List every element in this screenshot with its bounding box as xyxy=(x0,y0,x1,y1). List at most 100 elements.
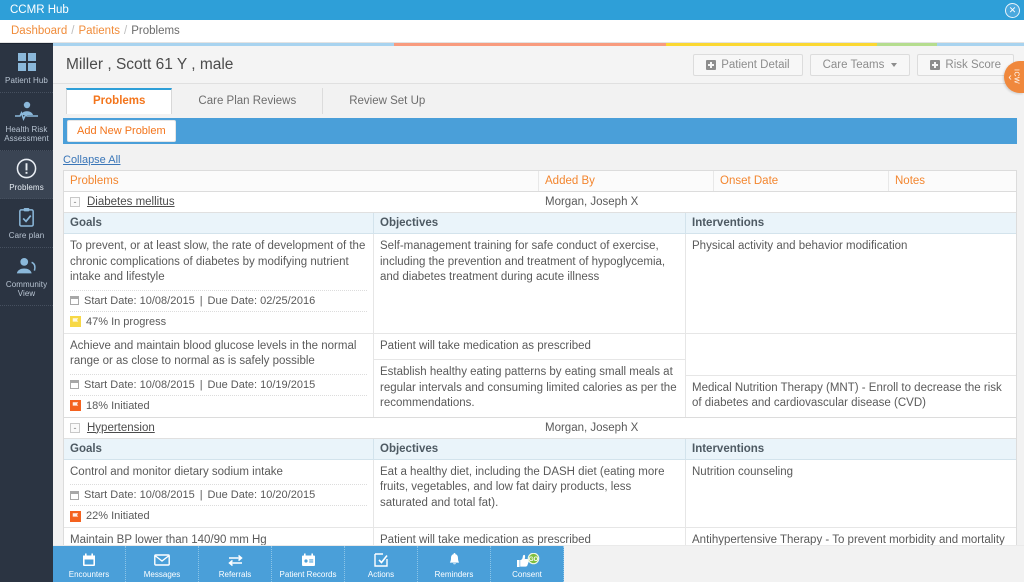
column-header-objectives: Objectives xyxy=(374,438,686,459)
goals-grid-header: Goals Objectives Interventions xyxy=(64,213,1016,234)
calendar-icon xyxy=(82,553,96,568)
left-sidebar: Patient Hub Health Risk Assessment Probl… xyxy=(0,43,53,582)
bottom-nav-label: Patient Records xyxy=(279,569,337,579)
clipboard-check-icon xyxy=(2,206,51,228)
envelope-icon xyxy=(154,553,170,568)
objective-item: Patient will take medication as prescrib… xyxy=(374,334,685,360)
collapse-all-row: Collapse All xyxy=(53,144,1024,170)
bottom-nav-filler xyxy=(564,546,1024,582)
flyout-label: ICW xyxy=(1012,69,1020,85)
status-color-segment-0 xyxy=(53,43,394,46)
orange-flag-icon xyxy=(70,510,81,522)
status-color-segment-4 xyxy=(936,43,1024,46)
collapse-toggle-icon[interactable]: - xyxy=(70,197,80,207)
sidebar-item-label: Patient Hub xyxy=(5,76,48,85)
bottom-nav-patient-records[interactable]: Patient Records xyxy=(272,546,345,582)
patient-header: Miller , Scott 61 Y , male Patient Detai… xyxy=(53,46,1024,84)
status-badge: 22% Initiated xyxy=(86,510,150,522)
bottom-nav-label: Actions xyxy=(367,569,395,579)
goal-row: To prevent, or at least slow, the rate o… xyxy=(64,234,1016,334)
sidebar-item-label: Health Risk Assessment xyxy=(4,124,49,144)
bottom-nav-messages[interactable]: Messages xyxy=(126,546,199,582)
column-header-goals: Goals xyxy=(64,213,374,233)
problem-added-by: Morgan, Joseph X xyxy=(545,421,639,434)
sidebar-item-problems[interactable]: Problems xyxy=(0,150,53,199)
bottom-nav-actions[interactable]: Actions xyxy=(345,546,418,582)
breadcrumb-item-patients[interactable]: Patients xyxy=(78,25,120,37)
exclamation-circle-icon xyxy=(2,158,51,180)
plus-square-icon xyxy=(706,59,717,70)
goal-title: Control and monitor dietary sodium intak… xyxy=(70,465,283,478)
goal-start-date: Start Date: 10/08/2015 xyxy=(84,378,195,391)
problems-table: Problems Added By Onset Date Notes - Dia… xyxy=(63,170,1017,582)
breadcrumb-separator: / xyxy=(71,25,75,37)
date-separator: | xyxy=(199,294,203,307)
table-header-row: Problems Added By Onset Date Notes xyxy=(64,171,1016,192)
bell-icon xyxy=(448,553,461,568)
bottom-nav-encounters[interactable]: Encounters xyxy=(53,546,126,582)
sidebar-item-label: Care plan xyxy=(8,231,45,240)
patient-detail-button[interactable]: Patient Detail xyxy=(693,53,803,76)
add-new-problem-button[interactable]: Add New Problem xyxy=(67,120,176,142)
interventions-cell: Medical Nutrition Therapy (MNT) - Enroll… xyxy=(686,334,1016,417)
bottom-nav-label: Reminders xyxy=(434,569,474,579)
action-bar: Add New Problem xyxy=(63,118,1017,144)
goals-grid: Goals Objectives Interventions To preven… xyxy=(64,213,1016,418)
svg-text:GO: GO xyxy=(529,557,539,563)
intervention-item: Medical Nutrition Therapy (MNT) - Enroll… xyxy=(692,381,1002,410)
problem-notes xyxy=(889,424,1016,432)
collapse-toggle-icon[interactable]: - xyxy=(70,422,80,433)
chevron-down-icon xyxy=(891,62,898,67)
goal-dates: Start Date: 10/08/2015 | Due Date: 02/25… xyxy=(70,289,367,307)
risk-score-button[interactable]: Risk Score xyxy=(917,53,1014,76)
goal-due-date: Due Date: 10/19/2015 xyxy=(207,378,316,391)
calendar-icon xyxy=(70,380,79,389)
goal-start-date: Start Date: 10/08/2015 xyxy=(84,294,195,307)
status-badge: 18% Initiated xyxy=(86,399,150,412)
sidebar-item-community-view[interactable]: Community View xyxy=(0,248,53,306)
interventions-cell: Nutrition counseling xyxy=(686,460,1016,528)
button-label: Care Teams xyxy=(822,58,885,71)
table-row[interactable]: - Hypertension Morgan, Joseph X xyxy=(64,417,1016,439)
goal-cell: Achieve and maintain blood glucose level… xyxy=(64,333,374,417)
column-header-interventions: Interventions xyxy=(692,217,765,229)
collapse-all-link[interactable]: Collapse All xyxy=(63,154,120,166)
breadcrumb-current: Problems xyxy=(131,25,180,37)
person-pulse-icon xyxy=(2,100,51,122)
breadcrumb-item-dashboard[interactable]: Dashboard xyxy=(11,25,67,37)
column-header-added-by: Added By xyxy=(539,171,714,191)
problem-name-link[interactable]: Diabetes mellitus xyxy=(87,196,175,208)
bottom-nav-reminders[interactable]: Reminders xyxy=(418,546,491,582)
chevron-left-icon: ‹ xyxy=(1008,71,1012,83)
objectives-cell: Patient will take medication as prescrib… xyxy=(374,333,686,417)
sidebar-item-care-plan[interactable]: Care plan xyxy=(0,199,53,248)
tab-problems[interactable]: Problems xyxy=(66,88,173,114)
column-header-objectives: Objectives xyxy=(374,213,686,233)
care-teams-button[interactable]: Care Teams xyxy=(809,53,911,76)
calendar-icon xyxy=(70,296,79,305)
id-card-icon xyxy=(301,553,316,568)
orange-flag-icon xyxy=(70,400,81,411)
goal-status: 18% Initiated xyxy=(70,394,367,412)
yellow-flag-icon xyxy=(70,316,81,327)
person-headset-icon xyxy=(2,255,51,277)
column-header-interventions: Interventions xyxy=(692,442,765,455)
column-header-problems: Problems xyxy=(64,171,539,191)
sidebar-item-patient-hub[interactable]: Patient Hub xyxy=(0,44,53,93)
thumbs-up-go-icon: GO xyxy=(514,552,540,568)
bottom-nav-consent[interactable]: GO Consent xyxy=(491,546,564,582)
tab-care-plan-reviews[interactable]: Care Plan Reviews xyxy=(172,88,324,114)
column-header-onset-date: Onset Date xyxy=(714,171,889,191)
intervention-item: Nutrition counseling xyxy=(692,465,794,478)
close-icon[interactable]: ✕ xyxy=(1005,3,1020,18)
breadcrumb: Dashboard / Patients / Problems xyxy=(0,20,1024,43)
bottom-nav-referrals[interactable]: Referrals xyxy=(199,546,272,582)
button-label: Patient Detail xyxy=(721,58,790,71)
sidebar-item-health-risk-assessment[interactable]: Health Risk Assessment xyxy=(0,93,53,151)
table-row[interactable]: - Diabetes mellitus Morgan, Joseph X xyxy=(64,192,1016,213)
bottom-nav-label: Encounters xyxy=(68,569,110,579)
tab-bar: Problems Care Plan Reviews Review Set Up xyxy=(53,84,1024,114)
problem-onset-date xyxy=(714,198,889,206)
problem-name-link[interactable]: Hypertension xyxy=(87,422,155,434)
tab-review-set-up[interactable]: Review Set Up xyxy=(323,88,451,114)
